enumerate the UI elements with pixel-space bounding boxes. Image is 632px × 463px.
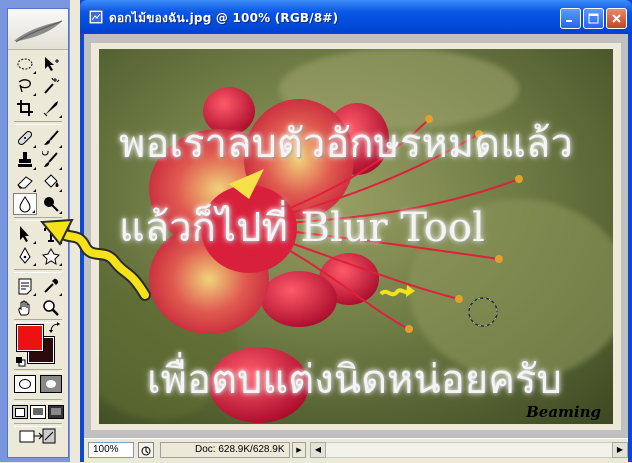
horizontal-scrollbar[interactable]	[326, 442, 612, 458]
scroll-left-button[interactable]: ◀	[310, 442, 326, 458]
healing-brush-tool-icon[interactable]	[13, 127, 37, 149]
brush-tool-icon[interactable]	[39, 127, 63, 149]
close-button[interactable]	[606, 8, 627, 29]
document-window: ดอกไม้ของฉัน.jpg @ 100% (RGB/8#) พอเราลบ…	[80, 0, 632, 463]
minimize-button[interactable]	[560, 8, 581, 29]
toolbox-separator	[14, 369, 62, 373]
jump-to-imageready-button[interactable]	[18, 427, 58, 445]
zoom-field[interactable]: 100%	[88, 442, 134, 458]
maximize-icon	[588, 13, 599, 24]
signature-watermark: Beaming	[526, 403, 601, 421]
canvas-area: พอเราลบตัวอักษรหมดแล้ว แล้วก็ไปที่ Blur …	[84, 34, 628, 438]
image-canvas[interactable]: พอเราลบตัวอักษรหมดแล้ว แล้วก็ไปที่ Blur …	[99, 49, 613, 424]
quick-mask-mode-button[interactable]	[40, 375, 62, 393]
status-menu-arrow-icon[interactable]: ▶	[292, 442, 306, 458]
foreground-color-swatch[interactable]	[16, 324, 44, 352]
standard-mode-button[interactable]	[14, 375, 36, 393]
toolbox-separator	[14, 121, 62, 125]
crop-tool-icon[interactable]	[13, 97, 37, 119]
image-text-line-1: พอเราลบตัวอักษรหมดแล้ว	[119, 121, 573, 167]
magic-wand-tool-icon[interactable]	[39, 75, 63, 97]
document-title: ดอกไม้ของฉัน.jpg @ 100% (RGB/8#)	[109, 11, 339, 25]
toolbox-separator	[14, 399, 62, 403]
eraser-tool-icon[interactable]	[13, 171, 37, 193]
image-frame: พอเราลบตัวอักษรหมดแล้ว แล้วก็ไปที่ Blur …	[91, 43, 621, 430]
slice-tool-icon[interactable]	[39, 97, 63, 119]
clone-stamp-tool-icon[interactable]	[13, 149, 37, 171]
swap-colors-icon[interactable]	[49, 319, 61, 333]
screen-mode-full-button[interactable]	[48, 405, 64, 419]
feather-logo-icon	[14, 20, 63, 43]
maximize-button[interactable]	[583, 8, 604, 29]
marquee-tool-icon[interactable]	[13, 53, 37, 75]
minimize-icon	[566, 20, 572, 22]
paint-bucket-tool-icon[interactable]	[39, 171, 63, 193]
screen-mode-menu-button[interactable]	[30, 405, 46, 419]
document-size-info: Doc: 628.9K/628.9K	[160, 442, 290, 458]
toolbox-header[interactable]	[8, 9, 68, 50]
image-text-line-3: เพื่อตบแต่งนิดหน่อยครับ	[147, 357, 562, 403]
annotation-arrow	[39, 218, 151, 301]
move-tool-icon[interactable]	[39, 53, 63, 75]
lasso-tool-icon[interactable]	[13, 75, 37, 97]
photoshop-document-icon	[89, 10, 103, 24]
close-icon	[612, 14, 621, 23]
scroll-right-button[interactable]: ▶	[612, 442, 628, 458]
document-title-bar[interactable]: ดอกไม้ของฉัน.jpg @ 100% (RGB/8#)	[80, 0, 632, 34]
status-info-icon[interactable]	[138, 442, 154, 458]
default-colors-icon[interactable]	[16, 352, 26, 367]
history-brush-tool-icon[interactable]	[39, 149, 63, 171]
status-bar: 100% Doc: 628.9K/628.9K ▶ ◀ ▶	[84, 438, 628, 463]
image-text-line-2: แล้วก็ไปที่ Blur Tool	[119, 205, 485, 251]
screen-mode-standard-button[interactable]	[12, 405, 28, 419]
